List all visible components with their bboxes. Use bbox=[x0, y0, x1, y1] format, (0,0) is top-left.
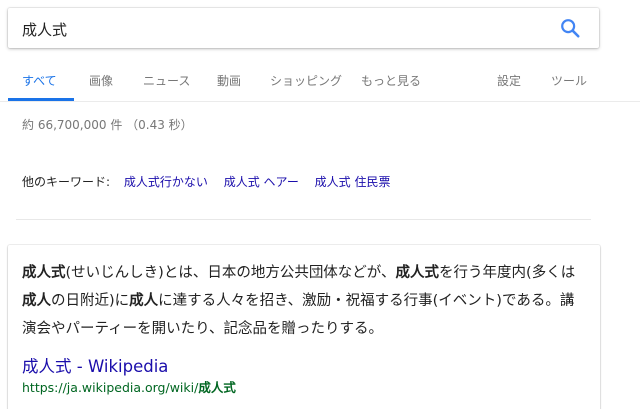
tab-news[interactable]: ニュース bbox=[143, 72, 190, 89]
result-url: https://ja.wikipedia.org/wiki/成人式 bbox=[22, 377, 236, 396]
result-url-prefix: https://ja.wikipedia.org/wiki/ bbox=[22, 380, 199, 395]
snippet-highlight: 成人式 bbox=[22, 265, 66, 281]
tab-images[interactable]: 画像 bbox=[89, 72, 113, 89]
search-icon[interactable] bbox=[559, 17, 581, 39]
snippet-highlight: 成人 bbox=[22, 293, 51, 309]
divider bbox=[16, 219, 591, 220]
snippet-highlight: 成人式 bbox=[395, 265, 440, 281]
tab-tools[interactable]: ツール bbox=[551, 72, 587, 89]
active-tab-indicator bbox=[8, 98, 74, 101]
search-input[interactable]: 成人式 bbox=[22, 19, 67, 40]
search-box[interactable]: 成人式 bbox=[8, 8, 599, 48]
tab-videos[interactable]: 動画 bbox=[217, 72, 241, 89]
tab-all[interactable]: すべて bbox=[22, 72, 57, 89]
snippet-text-part: (せいじんしき)とは、日本の地方公共団体などが、 bbox=[65, 265, 396, 281]
snippet-highlight: 成人 bbox=[129, 293, 159, 309]
result-stats: 約 66,700,000 件 （0.43 秒） bbox=[22, 118, 193, 132]
snippet-text-part: の日附近)に bbox=[51, 293, 130, 309]
featured-snippet-card: 成人式(せいじんしき)とは、日本の地方公共団体などが、成人式を行う年度内(多くは… bbox=[8, 245, 600, 409]
related-link[interactable]: 成人式 ヘアー bbox=[224, 175, 299, 189]
related-link[interactable]: 成人式 住民票 bbox=[315, 175, 391, 189]
related-keywords: 他のキーワード: 成人式行かない 成人式 ヘアー 成人式 住民票 bbox=[22, 173, 402, 190]
related-keywords-label: 他のキーワード: bbox=[22, 175, 111, 189]
result-title-link[interactable]: 成人式 - Wikipedia bbox=[22, 353, 168, 377]
tab-settings[interactable]: 設定 bbox=[497, 72, 521, 89]
tab-shopping[interactable]: ショッピング bbox=[270, 72, 342, 89]
snippet-text-part: を行う年度内(多くは bbox=[439, 265, 576, 281]
search-tabs: すべて 画像 ニュース 動画 ショッピング もっと見る 設定 ツール bbox=[0, 60, 640, 102]
tab-more[interactable]: もっと見る bbox=[361, 72, 421, 89]
snippet-text: 成人式(せいじんしき)とは、日本の地方公共団体などが、成人式を行う年度内(多くは… bbox=[22, 259, 584, 343]
result-url-bold: 成人式 bbox=[198, 380, 236, 395]
related-link[interactable]: 成人式行かない bbox=[124, 175, 208, 189]
